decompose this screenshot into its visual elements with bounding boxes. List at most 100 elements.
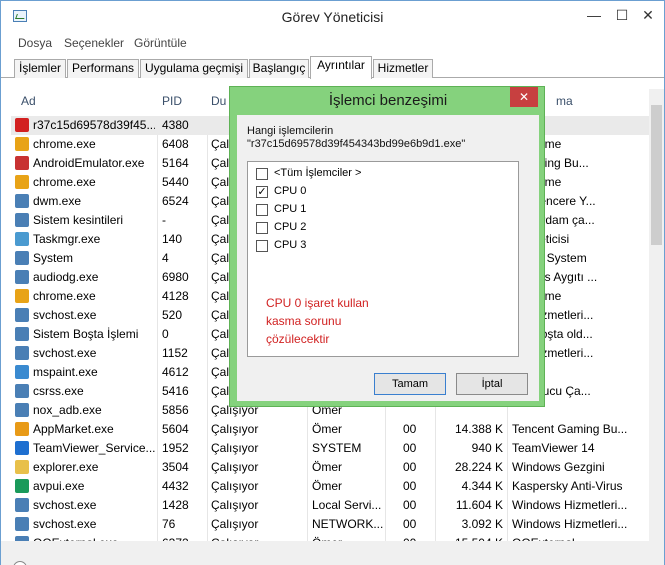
minimize-icon[interactable]: — [579,2,609,28]
cell-pid: 4612 [162,365,189,379]
cell-user: Ömer [312,479,342,493]
cell-pid: 5416 [162,384,189,398]
tab-startup[interactable]: Başlangıç [249,59,309,78]
tab-details[interactable]: Ayrıntılar [310,56,372,79]
cell-cpu: 00 [403,498,417,512]
tab-processes[interactable]: İşlemler [14,59,66,78]
cell-status: Çalışıyor [211,498,259,512]
cell-name: svchost.exe [33,308,97,322]
cell-pid: 4 [162,251,169,265]
process-icon [15,441,29,455]
process-icon [15,384,29,398]
dialog-prompt: Hangi işlemcilerin [247,125,334,137]
cell-pid: 5164 [162,156,189,170]
tab-performance[interactable]: Performans [67,59,139,78]
fewer-details-icon[interactable] [13,561,27,565]
menu-options[interactable]: Seçenekler [64,36,124,50]
cell-mem: 11.604 K [455,498,503,512]
cell-cpu: 00 [403,479,417,493]
cell-status: Çalışıyor [211,517,259,531]
process-icon [15,327,29,341]
table-row[interactable]: TeamViewer_Service.... 1952 Çalışıyor SYSTE… [11,439,652,458]
cell-pid: - [162,213,166,227]
cell-mem: 4.344 K [461,479,503,493]
table-row[interactable]: svchost.exe 1428 Çalışıyor Local Servi... 00… [11,496,652,515]
cpu-list: <Tüm İşlemciler > ✓ CPU 0 CPU 1 CPU 2 CP… [247,161,519,357]
vertical-scrollbar[interactable] [649,89,664,541]
table-row[interactable]: AppMarket.exe 5604 Çalışıyor Ömer 00 14.388 K… [11,420,652,439]
column-header-status[interactable]: Du [211,94,226,108]
cell-status: Çalışıyor [211,460,259,474]
table-row[interactable]: svchost.exe 76 Çalışıyor NETWORK... 00 3.092 … [11,515,652,534]
cell-pid: 520 [162,308,183,322]
column-header-description[interactable]: ma [556,94,573,108]
process-icon [15,118,29,132]
cell-name: explorer.exe [33,460,99,474]
menu-file[interactable]: Dosya [18,36,52,50]
cell-user: SYSTEM [312,441,362,455]
process-icon [15,137,29,151]
cell-name: Taskmgr.exe [33,232,101,246]
cell-pid: 5856 [162,403,189,417]
cancel-button[interactable]: İptal [456,373,528,395]
table-row[interactable]: explorer.exe 3504 Çalışıyor Ömer 00 28.224 K W… [11,458,652,477]
column-header-pid[interactable]: PID [162,94,182,108]
title-bar[interactable]: Görev Yöneticisi — ☐ ✕ [1,1,664,31]
cell-user: NETWORK... [312,517,384,531]
cell-name: AndroidEmulator.exe [33,156,145,170]
checkbox[interactable] [256,240,268,252]
cell-desc: TeamViewer 14 [512,441,595,455]
cpu-option-label: <Tüm İşlemciler > [274,167,362,179]
table-row[interactable]: avpui.exe 4432 Çalışıyor Ömer 00 4.344 K Kaspe… [11,477,652,496]
cell-name: mspaint.exe [33,365,98,379]
cell-name: svchost.exe [33,346,97,360]
dialog-process-name: "r37c15d69578d39f454343bd99e6b9d1.exe" [247,138,466,150]
menu-view[interactable]: Görüntüle [134,36,187,50]
cell-pid: 1428 [162,498,189,512]
cell-cpu: 00 [403,441,417,455]
cell-user: Local Servi... [312,498,382,512]
window-title: Görev Yöneticisi [281,9,384,25]
dialog-close-button[interactable]: ✕ [510,87,538,107]
checkbox[interactable]: ✓ [256,186,268,198]
cell-status: Çalışıyor [211,422,259,436]
cell-name: Sistem kesintileri [33,213,124,227]
process-icon [15,232,29,246]
scrollbar-thumb[interactable] [651,105,662,245]
cell-pid: 76 [162,517,176,531]
process-icon [15,270,29,284]
cpu-option-label: CPU 0 [274,185,307,197]
checkbox[interactable] [256,168,268,180]
checkbox[interactable] [256,204,268,216]
column-header-name[interactable]: Ad [21,94,36,108]
tab-services[interactable]: Hizmetler [373,59,433,78]
dialog-body: Hangi işlemcilerin "r37c15d69578d39f4543… [237,115,539,401]
cell-pid: 5440 [162,175,189,189]
cell-pid: 5604 [162,422,189,436]
cell-name: AppMarket.exe [33,422,114,436]
process-icon [15,308,29,322]
checkbox[interactable] [256,222,268,234]
cell-pid: 6524 [162,194,189,208]
tab-app-history[interactable]: Uygulama geçmişi [140,59,248,78]
cell-cpu: 00 [403,460,417,474]
process-icon [15,194,29,208]
list-scrollbar[interactable] [506,162,518,356]
cell-status: Çalışıyor [211,441,259,455]
table-row[interactable]: QQExternal.exe6372ÇalışıyorÖmer0015.504 … [11,534,652,541]
cell-user: Ömer [312,460,342,474]
close-icon[interactable]: ✕ [633,2,663,28]
cell-name: svchost.exe [33,517,97,531]
cpu-option-label: CPU 2 [274,221,307,233]
annotation-note: CPU 0 işaret kullan kasma sorunu çözülec… [266,296,369,346]
menu-bar: Dosya Seçenekler Görüntüle [1,34,664,52]
cell-name: svchost.exe [33,498,97,512]
cell-name: dwm.exe [33,194,82,208]
process-icon [15,346,29,360]
cell-name: System [33,251,74,265]
process-icon [15,422,29,436]
process-icon [15,175,29,189]
cell-name: chrome.exe [33,175,96,189]
cell-pid: 1152 [162,346,188,360]
ok-button[interactable]: Tamam [374,373,446,395]
